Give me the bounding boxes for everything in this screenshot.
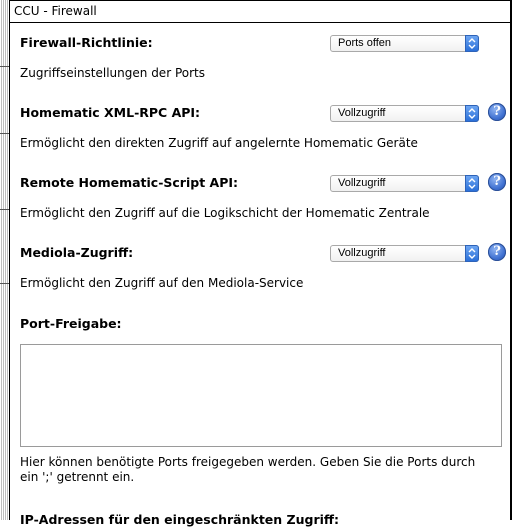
xml-rpc-label: Homematic XML-RPC API: [20, 105, 201, 120]
script-api-select[interactable]: Vollzugriff [330, 175, 479, 192]
mediola-description: Ermöglicht den Zugriff auf den Mediola-S… [20, 276, 304, 290]
chevron-updown-icon [465, 175, 479, 192]
firewall-dialog: CCU - Firewall Firewall-Richtlinie: Port… [10, 0, 510, 527]
firewall-policy-label: Firewall-Richtlinie: [20, 35, 153, 50]
xml-rpc-select[interactable]: Vollzugriff [330, 105, 479, 122]
help-icon[interactable]: ? [488, 103, 506, 121]
script-api-description: Ermöglicht den Zugriff auf die Logikschi… [20, 206, 430, 220]
port-release-description: Hier können benötigte Ports freigegeben … [20, 455, 476, 484]
firewall-policy-value: Ports offen [338, 37, 391, 49]
chevron-updown-icon [465, 105, 479, 122]
firewall-policy-select[interactable]: Ports offen [330, 35, 479, 52]
port-release-textarea[interactable] [20, 344, 502, 447]
chevron-updown-icon [465, 245, 479, 262]
script-api-label: Remote Homematic-Script API: [20, 175, 239, 190]
mediola-select[interactable]: Vollzugriff [330, 245, 479, 262]
dialog-titlebar: CCU - Firewall [10, 0, 510, 23]
help-icon[interactable]: ? [488, 173, 506, 191]
help-icon[interactable]: ? [488, 243, 506, 261]
xml-rpc-value: Vollzugriff [338, 107, 386, 119]
firewall-policy-description: Zugriffseinstellungen der Ports [20, 66, 205, 80]
chevron-updown-icon [465, 35, 479, 52]
background-window-edge [0, 0, 10, 520]
port-release-label: Port-Freigabe: [20, 316, 122, 331]
mediola-label: Mediola-Zugriff: [20, 245, 134, 260]
mediola-value: Vollzugriff [338, 247, 386, 259]
xml-rpc-description: Ermöglicht den direkten Zugriff auf ange… [20, 136, 418, 150]
dialog-title: CCU - Firewall [14, 4, 97, 18]
script-api-value: Vollzugriff [338, 177, 386, 189]
